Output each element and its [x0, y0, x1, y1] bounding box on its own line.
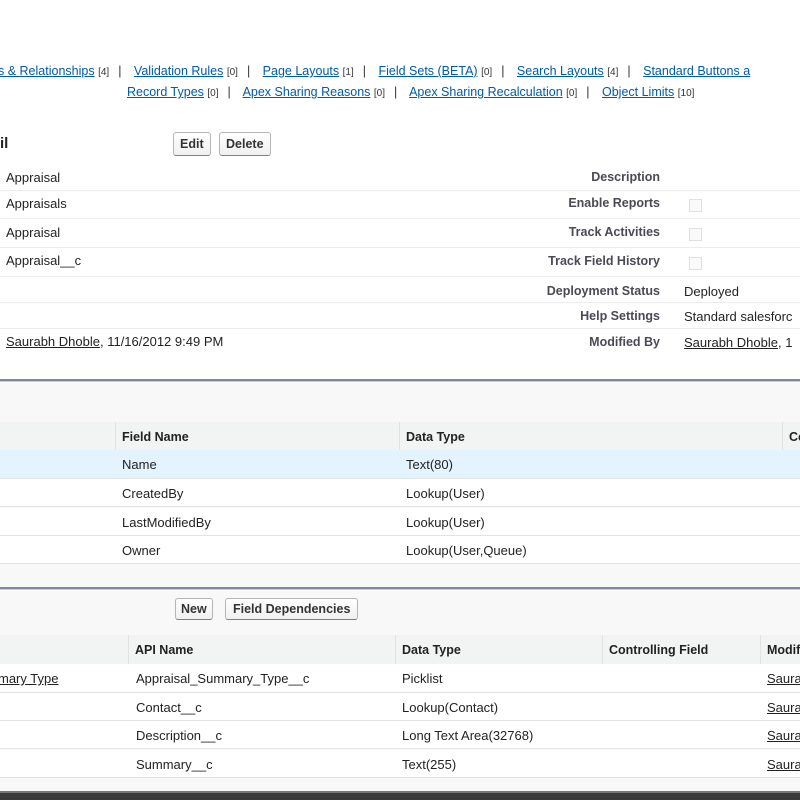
- data-type-header[interactable]: Data Type: [396, 635, 603, 664]
- related-links-row1: s & Relationships [4] | Validation Rules …: [0, 64, 751, 78]
- table-row: Description__c Long Text Area(32768) Saura: [0, 721, 800, 749]
- nav-link[interactable]: Record Types: [127, 85, 204, 99]
- detail-row: Appraisal__c Track Field History: [0, 248, 800, 277]
- field-name: LastModifiedBy: [122, 515, 211, 530]
- api-name: Contact__c: [136, 700, 202, 715]
- data-type: Text(255): [402, 757, 457, 772]
- nav-link[interactable]: Validation Rules: [134, 64, 223, 78]
- api-name: Summary__c: [136, 757, 213, 772]
- nav-link[interactable]: Standard Buttons a: [643, 64, 750, 78]
- enable-reports-checkbox: [689, 199, 702, 212]
- table-row: LastModifiedBy Lookup(User): [0, 508, 800, 536]
- api-name: Description__c: [136, 728, 222, 743]
- data-type: Lookup(User): [406, 515, 485, 530]
- detail-row: Deployment Status Deployed: [0, 277, 800, 303]
- nav-link[interactable]: Apex Sharing Recalculation: [409, 85, 563, 99]
- detail-row: Appraisal Track Activities: [0, 219, 800, 248]
- api-name-header[interactable]: API Name: [129, 635, 396, 664]
- modified-header[interactable]: Modif: [761, 635, 800, 664]
- field-name: Name: [122, 457, 157, 472]
- data-type: Text(80): [406, 457, 453, 472]
- table-row: Name Text(80): [0, 450, 800, 479]
- section-title: il: [0, 135, 9, 152]
- track-field-history-checkbox: [689, 257, 702, 270]
- field-dependencies-button[interactable]: Field Dependencies: [225, 598, 359, 620]
- data-type: Lookup(User,Queue): [406, 543, 527, 558]
- detail-row: Saurabh Dhoble, 11/16/2012 9:49 PM Modif…: [6, 334, 793, 350]
- new-button[interactable]: New: [175, 598, 213, 620]
- data-type: Long Text Area(32768): [402, 728, 534, 743]
- field-name: CreatedBy: [122, 486, 184, 501]
- data-type: Picklist: [402, 671, 443, 686]
- edit-button[interactable]: Edit: [173, 132, 211, 156]
- api-name: Appraisal_Summary_Type__c: [136, 671, 310, 686]
- controlling-field-header[interactable]: Controlling Field: [603, 635, 761, 664]
- data-type: Lookup(Contact): [402, 700, 499, 715]
- nav-link[interactable]: s & Relationships: [0, 64, 95, 78]
- data-type: Lookup(User): [406, 486, 485, 501]
- related-links-row2: Record Types [0] | Apex Sharing Reasons […: [127, 85, 695, 99]
- modified-by-link[interactable]: Saura: [767, 664, 800, 686]
- detail-row: Appraisals Enable Reports: [0, 191, 800, 219]
- nav-link[interactable]: Object Limits: [602, 85, 674, 99]
- nav-link[interactable]: Apex Sharing Reasons: [243, 85, 371, 99]
- detail-row: Help Settings Standard salesforc: [0, 303, 800, 329]
- table-row: Summary__c Text(255) Saura: [0, 750, 800, 778]
- section-divider: [0, 587, 800, 590]
- table-row: Contact__c Lookup(Contact) Saura: [0, 693, 800, 721]
- data-type-header[interactable]: Data Type: [400, 422, 783, 451]
- section-divider: [0, 379, 800, 382]
- field-label-link[interactable]: mary Type: [0, 664, 58, 686]
- modified-by-link[interactable]: Saura: [767, 721, 800, 743]
- modified-by-link[interactable]: Saurabh Dhoble: [684, 335, 778, 350]
- field-name: Owner: [122, 543, 161, 558]
- track-activities-checkbox: [689, 228, 702, 241]
- table-row: mary Type Appraisal_Summary_Type__c Pickli…: [0, 664, 800, 693]
- modified-by-link[interactable]: Saura: [767, 693, 800, 715]
- modified-by-link[interactable]: Saura: [767, 750, 800, 772]
- nav-link[interactable]: Field Sets (BETA): [378, 64, 477, 78]
- nav-link[interactable]: Search Layouts: [517, 64, 604, 78]
- nav-link[interactable]: Page Layouts: [263, 64, 339, 78]
- detail-row: Appraisal Description: [0, 163, 800, 191]
- created-by-link[interactable]: Saurabh Dhoble: [6, 334, 100, 349]
- delete-button[interactable]: Delete: [219, 132, 271, 156]
- table-row: Owner Lookup(User,Queue): [0, 536, 800, 564]
- table-row: CreatedBy Lookup(User): [0, 479, 800, 507]
- field-name-header[interactable]: Field Name: [116, 422, 400, 451]
